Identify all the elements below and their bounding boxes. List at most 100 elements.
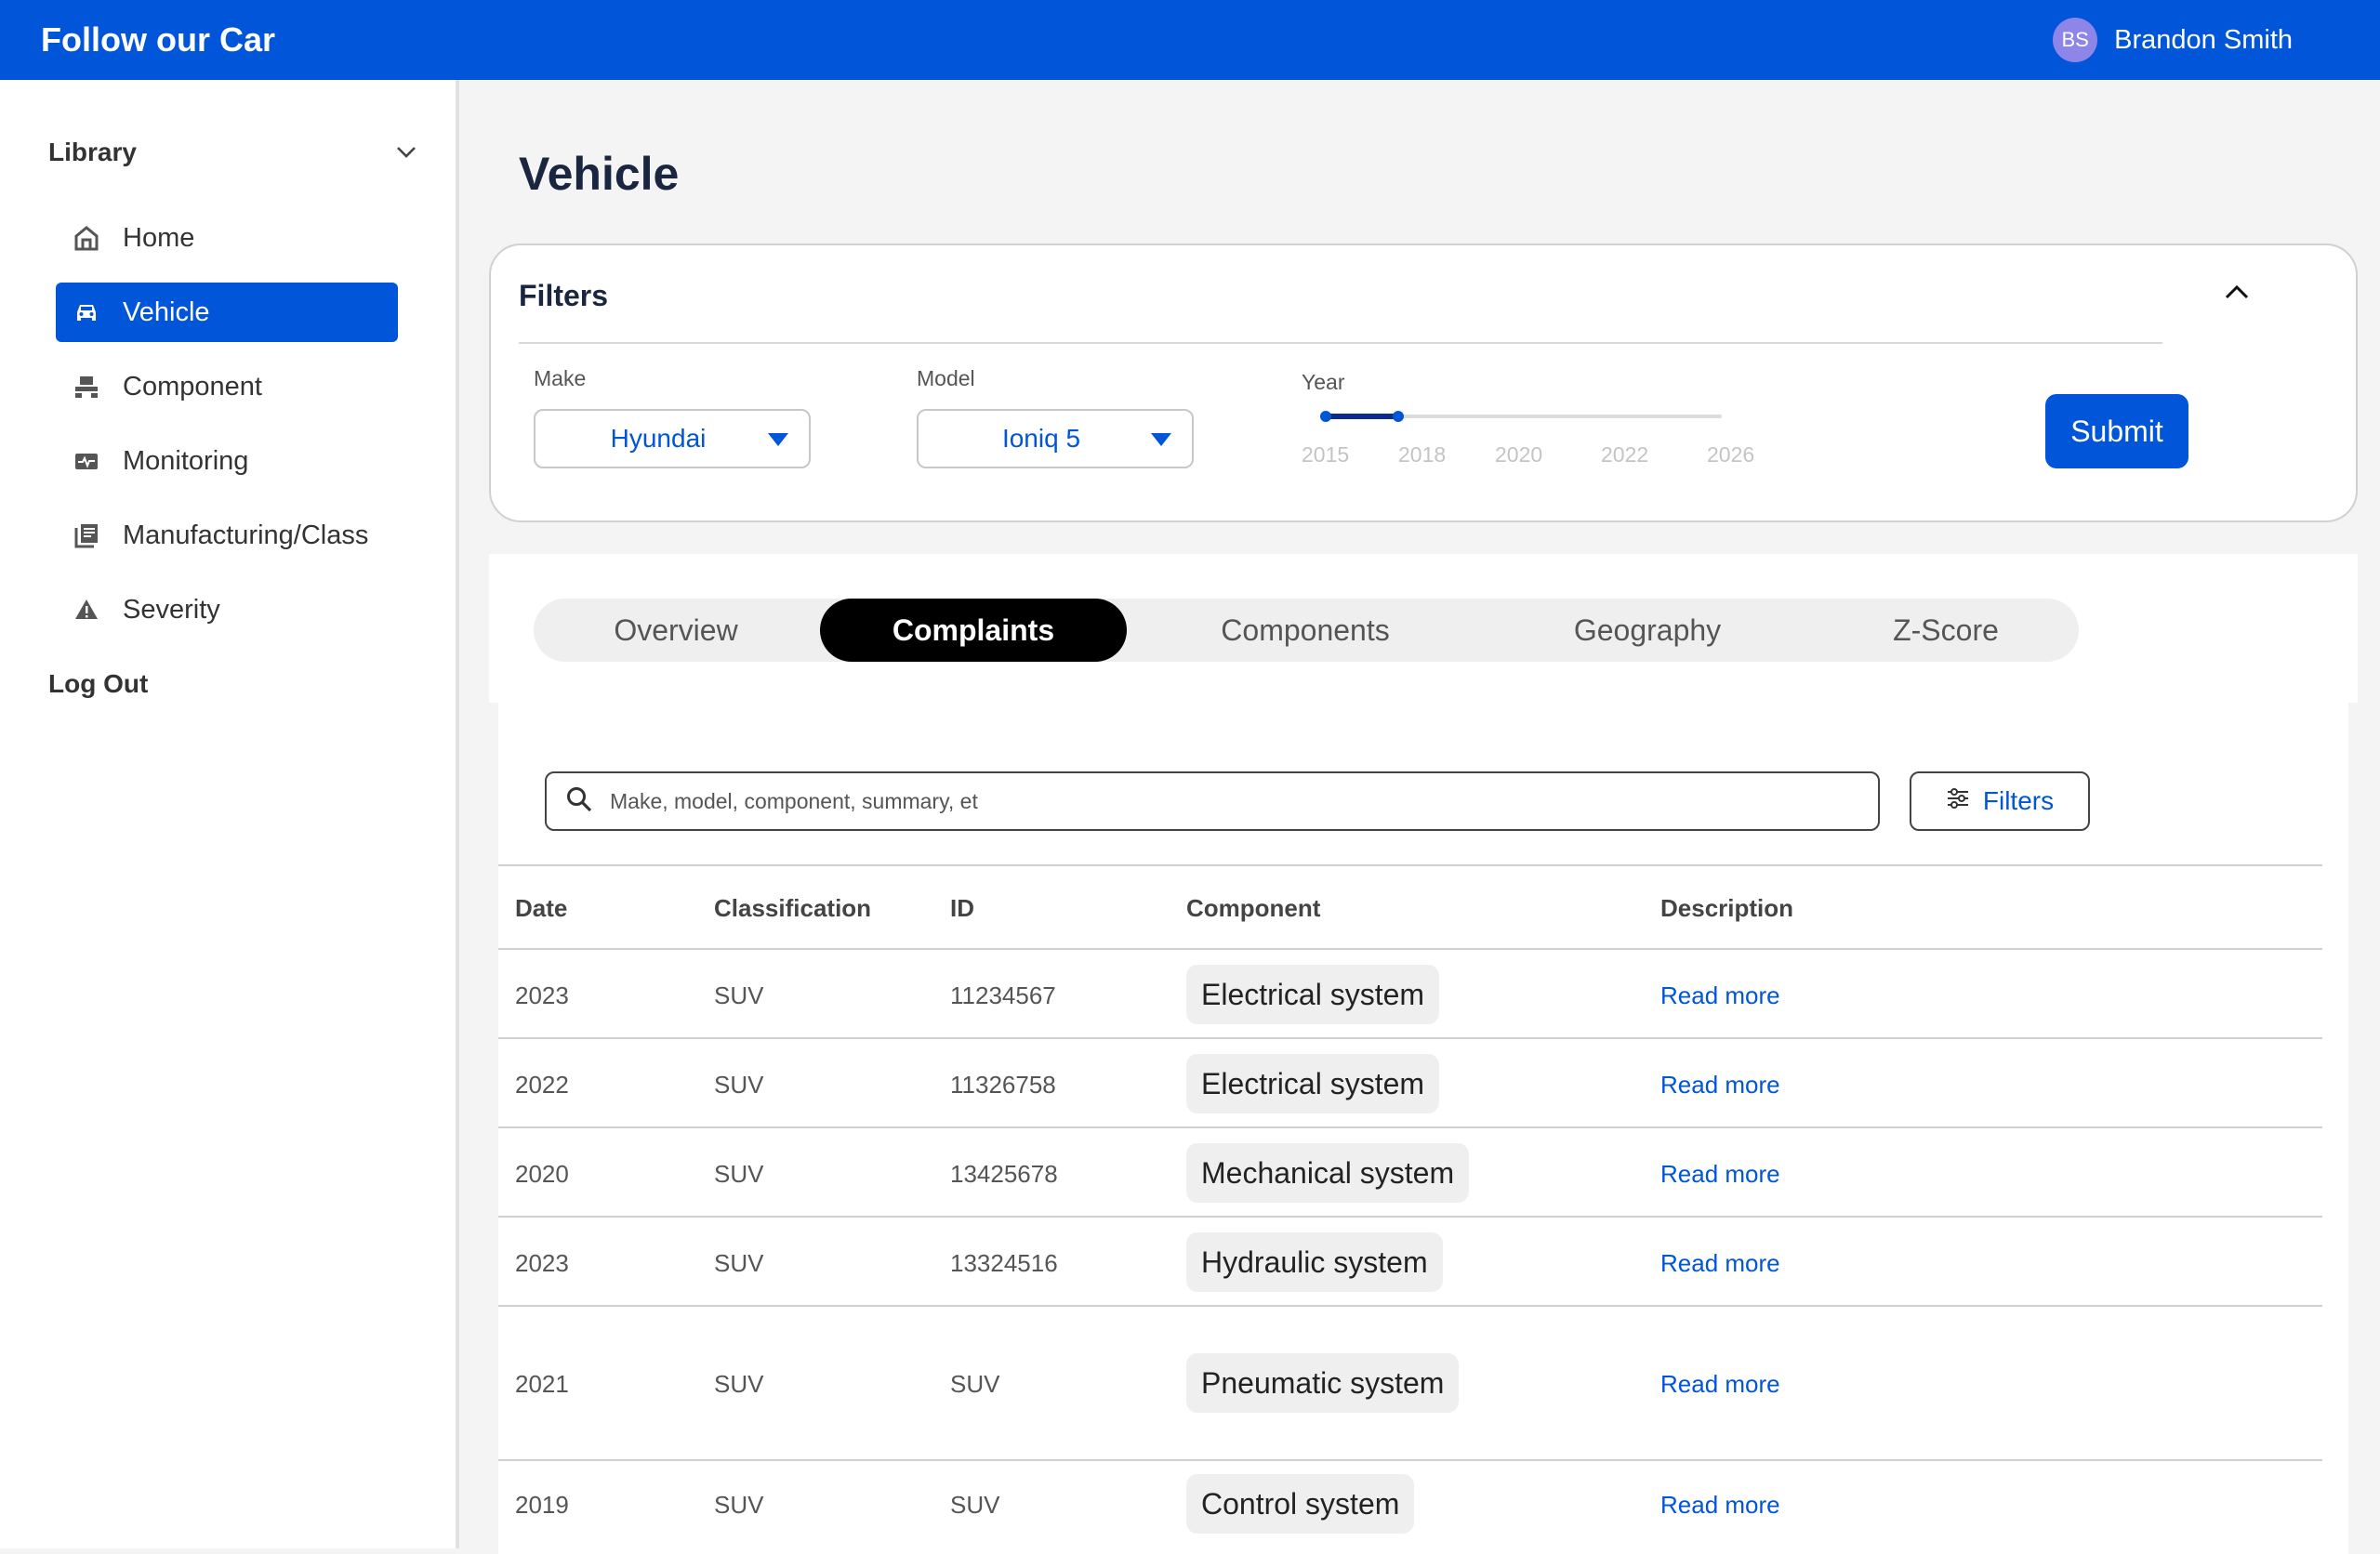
search-box[interactable]	[545, 771, 1880, 831]
sidebar-item-label: Component	[123, 371, 262, 402]
sidebar-item-label: Severity	[123, 594, 220, 625]
make-select[interactable]: Hyundai	[534, 409, 811, 468]
cell-id: SUV	[950, 1370, 1000, 1398]
car-icon	[71, 296, 102, 328]
cell-classification: SUV	[714, 1370, 764, 1398]
model-select-value: Ioniq 5	[1001, 424, 1081, 453]
cell-date: 2023	[515, 1249, 569, 1277]
filters-button-label: Filters	[1982, 786, 2055, 815]
sidebar-item-label: Monitoring	[123, 445, 249, 476]
user-menu[interactable]: BS Brandon Smith	[2053, 18, 2293, 62]
tab-z-score[interactable]: Z-Score	[1813, 599, 2079, 662]
sidebar-item-label: Manufacturing/Class	[123, 520, 369, 550]
cell-classification: SUV	[714, 1071, 764, 1099]
submit-button[interactable]: Submit	[2045, 394, 2188, 468]
read-more-link[interactable]: Read more	[1660, 1249, 1780, 1278]
component-tag: Electrical system	[1186, 965, 1440, 1024]
tab-overview[interactable]: Overview	[534, 599, 818, 662]
cell-id: 11234567	[950, 981, 1056, 1009]
sidebar-item-home[interactable]: Home	[56, 208, 398, 268]
sliders-icon	[1946, 786, 1970, 816]
table-header: Date Classification ID Component Descrip…	[498, 864, 2322, 950]
table-row[interactable]: 2020 SUV 13425678 Mechanical system Read…	[498, 1128, 2322, 1218]
avatar[interactable]: BS	[2053, 18, 2098, 62]
cell-classification: SUV	[714, 1249, 764, 1277]
year-slider-start-handle[interactable]	[1320, 411, 1331, 422]
cell-id: 11326758	[950, 1071, 1056, 1099]
component-tag: Control system	[1186, 1474, 1415, 1534]
logout-link[interactable]: Log Out	[48, 669, 148, 699]
filters-button[interactable]: Filters	[1910, 771, 2090, 831]
complaints-table: Date Classification ID Component Descrip…	[498, 864, 2322, 1550]
chevron-down-icon[interactable]	[392, 138, 420, 166]
column-header-component[interactable]: Component	[1186, 894, 1320, 923]
year-label: Year	[1302, 370, 1345, 394]
results-panel: Overview Complaints Components Geography…	[489, 554, 2358, 1554]
monitoring-icon	[71, 445, 102, 477]
table-row[interactable]: 2023 SUV 11234567 Electrical system Read…	[498, 950, 2322, 1039]
cell-date: 2019	[515, 1491, 569, 1519]
library-books-icon	[71, 520, 102, 551]
tab-bar: Overview Complaints Components Geography…	[534, 599, 2079, 662]
home-icon	[71, 222, 102, 254]
read-more-link[interactable]: Read more	[1660, 1071, 1780, 1100]
page-title: Vehicle	[519, 148, 680, 200]
model-select[interactable]: Ioniq 5	[917, 409, 1194, 468]
component-tag: Mechanical system	[1186, 1143, 1470, 1203]
tab-components[interactable]: Components	[1129, 599, 1482, 662]
sidebar-item-label: Home	[123, 222, 195, 253]
make-select-value: Hyundai	[610, 424, 707, 453]
filters-title: Filters	[519, 279, 609, 312]
year-tick: 2022	[1601, 442, 1649, 467]
cell-id: 13425678	[950, 1160, 1058, 1188]
read-more-link[interactable]: Read more	[1660, 1370, 1780, 1399]
column-header-date[interactable]: Date	[515, 894, 567, 923]
table-row[interactable]: 2019 SUV SUV Control system Read more	[498, 1461, 2322, 1550]
cell-date: 2021	[515, 1370, 569, 1398]
tab-complaints[interactable]: Complaints	[820, 599, 1127, 662]
sidebar-item-vehicle[interactable]: Vehicle	[56, 283, 398, 342]
sidebar-item-component[interactable]: Component	[56, 357, 398, 416]
app-title[interactable]: Follow our Car	[41, 20, 275, 59]
column-header-id[interactable]: ID	[950, 894, 974, 923]
component-tag: Electrical system	[1186, 1054, 1440, 1113]
cell-date: 2023	[515, 981, 569, 1009]
library-title: Library	[48, 138, 137, 166]
year-tick: 2018	[1398, 442, 1447, 467]
model-label: Model	[917, 366, 975, 390]
cell-classification: SUV	[714, 981, 764, 1009]
cell-id: 13324516	[950, 1249, 1058, 1277]
sidebar-nav: Home Vehicle Component Monitoring Manufa…	[56, 208, 398, 654]
cell-classification: SUV	[714, 1491, 764, 1519]
year-slider-end-handle[interactable]	[1393, 411, 1404, 422]
cell-classification: SUV	[714, 1160, 764, 1188]
cell-date: 2022	[515, 1071, 569, 1099]
sidebar: Library Home Vehicle Component Monitorin…	[0, 80, 459, 1548]
panel-gutter-left	[489, 703, 498, 1554]
chevron-up-icon[interactable]	[2218, 273, 2255, 310]
top-bar: Follow our Car BS Brandon Smith	[0, 0, 2380, 80]
read-more-link[interactable]: Read more	[1660, 981, 1780, 1010]
tab-geography[interactable]: Geography	[1482, 599, 1813, 662]
table-row[interactable]: 2022 SUV 11326758 Electrical system Read…	[498, 1039, 2322, 1128]
sidebar-item-monitoring[interactable]: Monitoring	[56, 431, 398, 491]
user-name[interactable]: Brandon Smith	[2114, 25, 2293, 56]
year-tick: 2015	[1302, 442, 1350, 467]
sidebar-item-manufacturing-class[interactable]: Manufacturing/Class	[56, 506, 398, 565]
sidebar-item-severity[interactable]: Severity	[56, 580, 398, 639]
cell-id: SUV	[950, 1491, 1000, 1519]
search-icon	[565, 785, 593, 818]
read-more-link[interactable]: Read more	[1660, 1160, 1780, 1189]
year-tick: 2020	[1495, 442, 1543, 467]
search-input[interactable]	[610, 788, 1818, 814]
library-section-header[interactable]: Library	[48, 138, 420, 167]
cell-date: 2020	[515, 1160, 569, 1188]
column-header-classification[interactable]: Classification	[714, 894, 871, 923]
year-tick: 2026	[1707, 442, 1755, 467]
table-row[interactable]: 2023 SUV 13324516 Hydraulic system Read …	[498, 1218, 2322, 1307]
column-header-description[interactable]: Description	[1660, 894, 1793, 923]
table-row[interactable]: 2021 SUV SUV Pneumatic system Read more	[498, 1307, 2322, 1461]
read-more-link[interactable]: Read more	[1660, 1491, 1780, 1520]
panel-gutter-right	[2348, 703, 2358, 1554]
filters-panel: Filters Make Hyundai Model Ioniq 5 Year …	[489, 244, 2358, 522]
